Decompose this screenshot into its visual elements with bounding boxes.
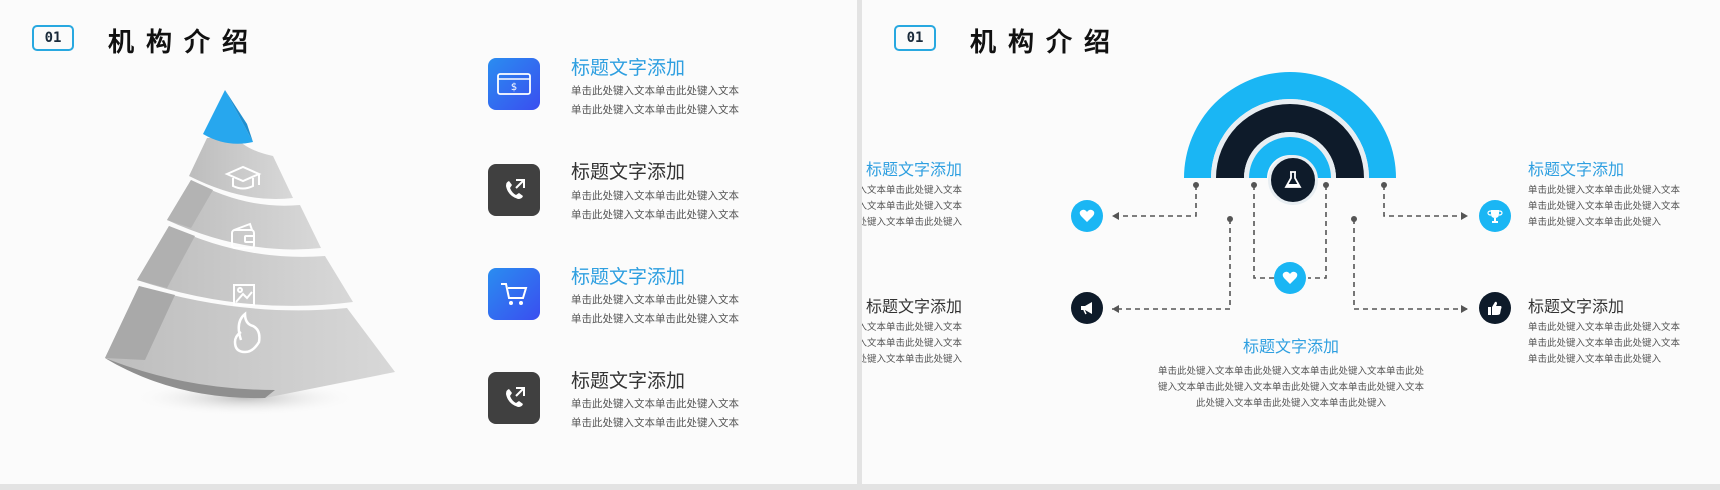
heart-icon [1274, 262, 1306, 294]
shopping-cart-icon [488, 268, 540, 320]
heart-icon [1071, 200, 1103, 232]
tl-line1: 单击此处键入文本单击此处键入文本 [862, 185, 962, 196]
tl-line3: 单击此处键入文本单击此处键入 [862, 217, 962, 228]
item-text-3b: 单击此处键入文本单击此处键入文本 [571, 313, 739, 325]
trophy-icon [1479, 200, 1511, 232]
center-title: 标题文字添加 [1242, 337, 1339, 356]
dollar-card-icon: $ [488, 58, 540, 110]
item-text-4b: 单击此处键入文本单击此处键入文本 [571, 417, 739, 429]
page-title: 机构介绍 [108, 28, 261, 58]
item-text-2b: 单击此处键入文本单击此处键入文本 [571, 209, 739, 221]
item-text-2a: 单击此处键入文本单击此处键入文本 [571, 190, 739, 202]
tr-line2: 单击此处键入文本单击此处键入文本 [1528, 201, 1681, 212]
tl-title: 标题文字添加 [865, 160, 962, 179]
svg-text:$: $ [511, 82, 517, 93]
bl-title: 标题文字添加 [865, 297, 962, 316]
center-line2: 键入文本单击此处键入文本单击此处键入文本单击此处键入文本 [1157, 382, 1424, 393]
tr-title: 标题文字添加 [1528, 160, 1625, 179]
item-text-4a: 单击此处键入文本单击此处键入文本 [571, 398, 739, 410]
thumbs-up-icon [1479, 292, 1511, 324]
slide-left: 01 机构介绍 $ 标题文字添加 单击此处键入文本单击此处键入文本 单击此处键入… [0, 0, 857, 484]
page-number-badge: 01 [32, 25, 74, 51]
megaphone-icon [1071, 292, 1103, 324]
item-title-1: 标题文字添加 [571, 57, 686, 79]
pyramid-graphic [105, 90, 395, 416]
center-line1: 单击此处键入文本单击此处键入文本单击此处键入文本单击此处 [1157, 366, 1424, 377]
tr-line3: 单击此处键入文本单击此处键入 [1528, 217, 1662, 228]
slide-right: 01 机构介绍 标题文字添加 入文本单击此处键入文本 入文本单击此处键入文本 处… [862, 0, 1720, 484]
br-title: 标题文字添加 [1528, 297, 1625, 316]
flask-icon [1268, 155, 1318, 205]
phone-call-icon [488, 372, 540, 424]
item-text-1b: 单击此处键入文本单击此处键入文本 [571, 104, 739, 116]
center-line3: 此处键入文本单击此处键入文本单击此处键入 [1195, 398, 1386, 409]
phone-call-icon [488, 164, 540, 216]
item-title-2: 标题文字添加 [571, 161, 686, 183]
item-title-4: 标题文字添加 [571, 370, 686, 392]
item-title-3: 标题文字添加 [571, 266, 686, 288]
item-text-3a: 单击此处键入文本单击此处键入文本 [571, 294, 739, 306]
tr-line1: 单击此处键入文本单击此处键入文本 [1528, 185, 1681, 196]
tl-line2: 单击此处键入文本单击此处键入文本 [862, 201, 962, 212]
item-text-1a: 单击此处键入文本单击此处键入文本 [571, 85, 739, 97]
